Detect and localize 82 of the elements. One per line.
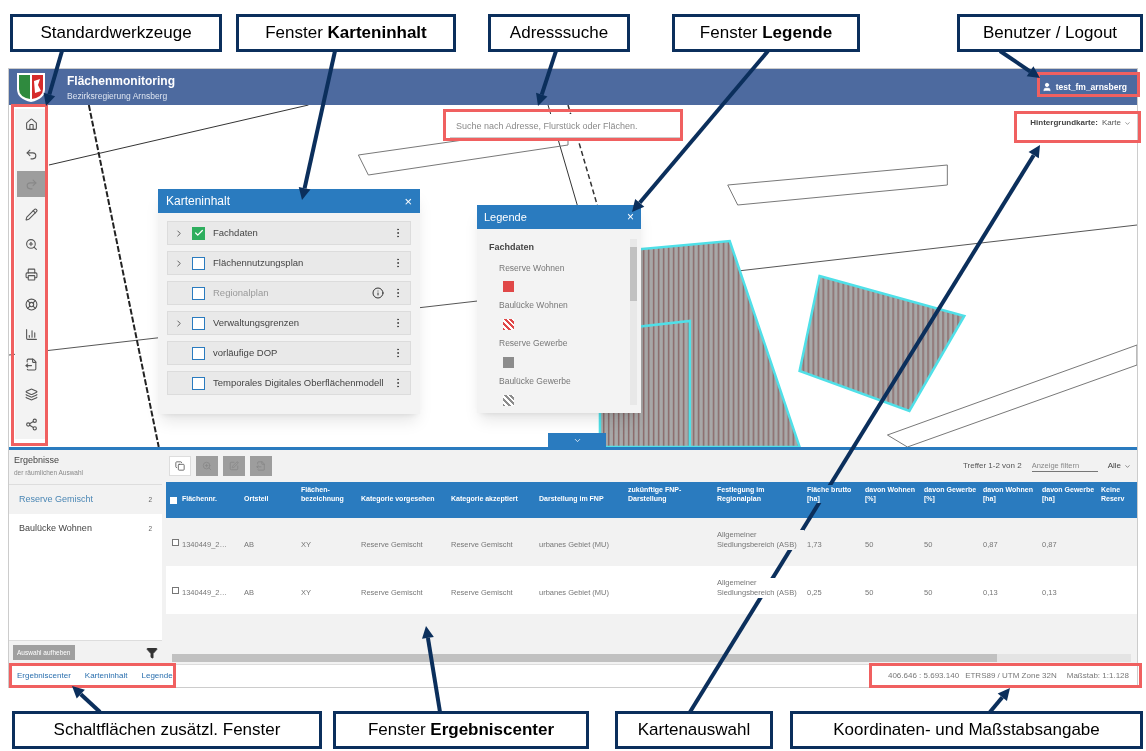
checkmark-icon bbox=[193, 228, 204, 238]
window-title: Karteninhalt bbox=[166, 193, 231, 210]
expand-icon[interactable] bbox=[174, 317, 184, 329]
row-checkbox[interactable] bbox=[172, 586, 179, 594]
chevron-down-icon bbox=[1124, 462, 1131, 470]
footer-link[interactable]: Karteninhalt bbox=[84, 670, 128, 682]
chevron-down-icon bbox=[1124, 119, 1131, 127]
zoom-icon bbox=[24, 237, 38, 251]
layer-name: Flächennutzungsplan bbox=[213, 255, 305, 270]
print-icon bbox=[24, 267, 38, 281]
pencil-icon bbox=[24, 207, 38, 221]
callout-label: Fenster Karteninhalt bbox=[236, 14, 456, 52]
callout-label: Standardwerkzeuge bbox=[10, 14, 222, 52]
layer-row[interactable]: Fachdaten bbox=[167, 221, 411, 245]
checkbox[interactable] bbox=[192, 346, 205, 360]
layer-row[interactable]: Temporales Digitales Oberflächenmodell bbox=[167, 371, 411, 395]
bar-chart-icon bbox=[24, 327, 38, 341]
close-button[interactable]: × bbox=[627, 211, 634, 223]
copy-icon bbox=[175, 461, 185, 471]
background-map-label: Hintergrundkarte: bbox=[1030, 117, 1098, 129]
home-icon bbox=[24, 117, 38, 131]
legend-label: Reserve Gewerbe bbox=[499, 337, 569, 350]
layer-name: Regionalplan bbox=[213, 285, 270, 300]
legend-label: Baulücke Gewerbe bbox=[499, 374, 572, 388]
share-icon bbox=[24, 417, 38, 431]
callout-label: Fenster Legende bbox=[672, 14, 860, 52]
reference-system: ETRS89 / UTM Zone 32N bbox=[965, 670, 1057, 682]
legend-label: Baulücke Wohnen bbox=[499, 299, 569, 312]
checkbox[interactable] bbox=[192, 316, 205, 330]
hits-count: Treffer 1-2 von 2 bbox=[962, 460, 1022, 472]
category-name: Baulücke Wohnen bbox=[19, 521, 92, 535]
legend-label: Reserve Wohnen bbox=[499, 261, 566, 275]
close-button[interactable]: × bbox=[404, 194, 412, 208]
callout-arrow bbox=[72, 686, 102, 714]
layer-name: vorläufige DOP bbox=[213, 345, 279, 360]
checkbox[interactable] bbox=[192, 256, 205, 270]
footer-link[interactable]: Legende bbox=[141, 670, 173, 682]
horizontal-scrollbar[interactable] bbox=[172, 654, 1131, 662]
callout-label: Fenster Ergebniscenter bbox=[333, 711, 589, 749]
app-title: Flächenmonitoring bbox=[67, 72, 175, 90]
app-subtitle: Bezirksregierung Arnsberg bbox=[67, 89, 169, 103]
user-icon bbox=[1041, 82, 1052, 92]
export-icon bbox=[24, 357, 38, 371]
layer-row[interactable]: vorläufige DOP bbox=[167, 341, 411, 365]
filter-select[interactable]: Alle bbox=[1107, 460, 1131, 472]
layer-name: Fachdaten bbox=[213, 225, 259, 240]
layer-name: Temporales Digitales Oberflächenmodell bbox=[213, 375, 384, 390]
callout-arrow bbox=[998, 49, 1040, 78]
help-icon bbox=[24, 297, 38, 311]
expand-icon[interactable] bbox=[174, 257, 184, 269]
callout-arrow bbox=[536, 50, 558, 106]
search-field[interactable]: Suche nach Adresse, Flurstück oder Flächen. bbox=[450, 114, 680, 138]
copy-button[interactable] bbox=[169, 456, 191, 476]
user-menu[interactable]: test_fm_arnsberg bbox=[1041, 80, 1127, 94]
coordinates: 406.646 : 5.693.140 bbox=[887, 670, 960, 682]
callout-label: Schaltflächen zusätzl. Fenster bbox=[12, 711, 322, 749]
callout-label: Benutzer / Logout bbox=[957, 14, 1143, 52]
callout-arrow bbox=[43, 50, 64, 106]
background-map-select[interactable]: Karte bbox=[1101, 117, 1131, 129]
map-scale: Maßstab: 1:1.128 bbox=[1066, 670, 1129, 682]
select-all-checkbox[interactable] bbox=[170, 497, 177, 504]
results-title: Ergebnisse bbox=[14, 454, 61, 467]
scrollbar-thumb[interactable] bbox=[630, 247, 637, 301]
layer-row[interactable]: Flächennutzungsplan bbox=[167, 251, 411, 275]
expand-icon[interactable] bbox=[174, 227, 184, 239]
scrollbar[interactable] bbox=[630, 239, 637, 405]
filter-icon[interactable] bbox=[146, 646, 158, 659]
category-name: Reserve Gemischt bbox=[19, 492, 94, 506]
layers-icon bbox=[24, 387, 38, 401]
checkbox[interactable] bbox=[192, 376, 205, 390]
layer-name: Verwaltungsgrenzen bbox=[213, 315, 301, 330]
footer-link[interactable]: Ergebniscenter bbox=[17, 670, 71, 682]
callout-label: Adresssuche bbox=[488, 14, 630, 52]
legend-group-title: Fachdaten bbox=[489, 241, 535, 254]
checkbox[interactable] bbox=[192, 226, 205, 240]
callout-label: Kartenauswahl bbox=[615, 711, 773, 749]
undo-icon bbox=[24, 147, 38, 161]
row-checkbox[interactable] bbox=[172, 538, 179, 546]
layer-row[interactable]: Verwaltungsgrenzen bbox=[167, 311, 411, 335]
callout-label: Koordinaten- und Maßstabsangabe bbox=[790, 711, 1143, 749]
window-title: Legende bbox=[484, 209, 527, 225]
coat-of-arms-logo bbox=[15, 71, 47, 103]
